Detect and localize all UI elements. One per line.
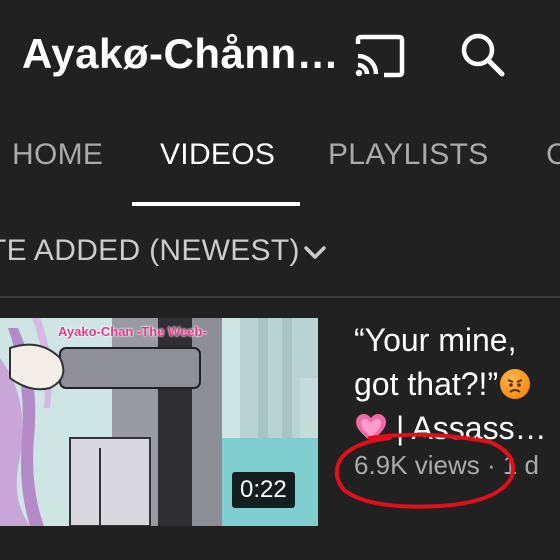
video-metadata: 6.9K views · 1 d (354, 450, 539, 481)
search-icon (461, 33, 505, 77)
video-title-line-1: “Your mine, (354, 322, 517, 358)
tab-videos[interactable]: VIDEOS (160, 138, 275, 172)
active-tab-indicator (132, 202, 300, 206)
view-count: 6.9K views (354, 450, 480, 480)
video-title[interactable]: “Your mine, got that?!” | Assass… (354, 318, 560, 450)
cast-button[interactable] (354, 34, 406, 78)
search-button[interactable] (458, 30, 508, 80)
channel-videos-screen: Ayakø-Chånn… HOME VIDEOS PLAYLISTS C TE … (0, 0, 560, 560)
sort-selector[interactable]: TE ADDED (NEWEST) (0, 232, 560, 276)
tab-playlists[interactable]: PLAYLISTS (328, 138, 489, 172)
video-duration-badge: 0:22 (232, 472, 295, 508)
tab-community[interactable]: C (546, 138, 560, 172)
chevron-down-icon (304, 246, 326, 259)
upload-age: · 1 d (486, 450, 539, 480)
video-title-line-2: got that?!” (354, 366, 499, 402)
channel-title: Ayakø-Chånn… (22, 30, 340, 77)
pink-heart-emoji (356, 414, 386, 441)
cast-icon (355, 34, 405, 78)
tab-home[interactable]: HOME (12, 138, 103, 172)
video-title-line-3: | Assass… (396, 410, 547, 446)
channel-tabs: HOME VIDEOS PLAYLISTS C (0, 120, 560, 206)
divider (0, 296, 560, 298)
thumbnail-watermark: Ayako-Chan -The Weeb- (58, 324, 207, 339)
angry-face-emoji (500, 369, 531, 399)
sort-label: TE ADDED (NEWEST) (0, 234, 300, 267)
